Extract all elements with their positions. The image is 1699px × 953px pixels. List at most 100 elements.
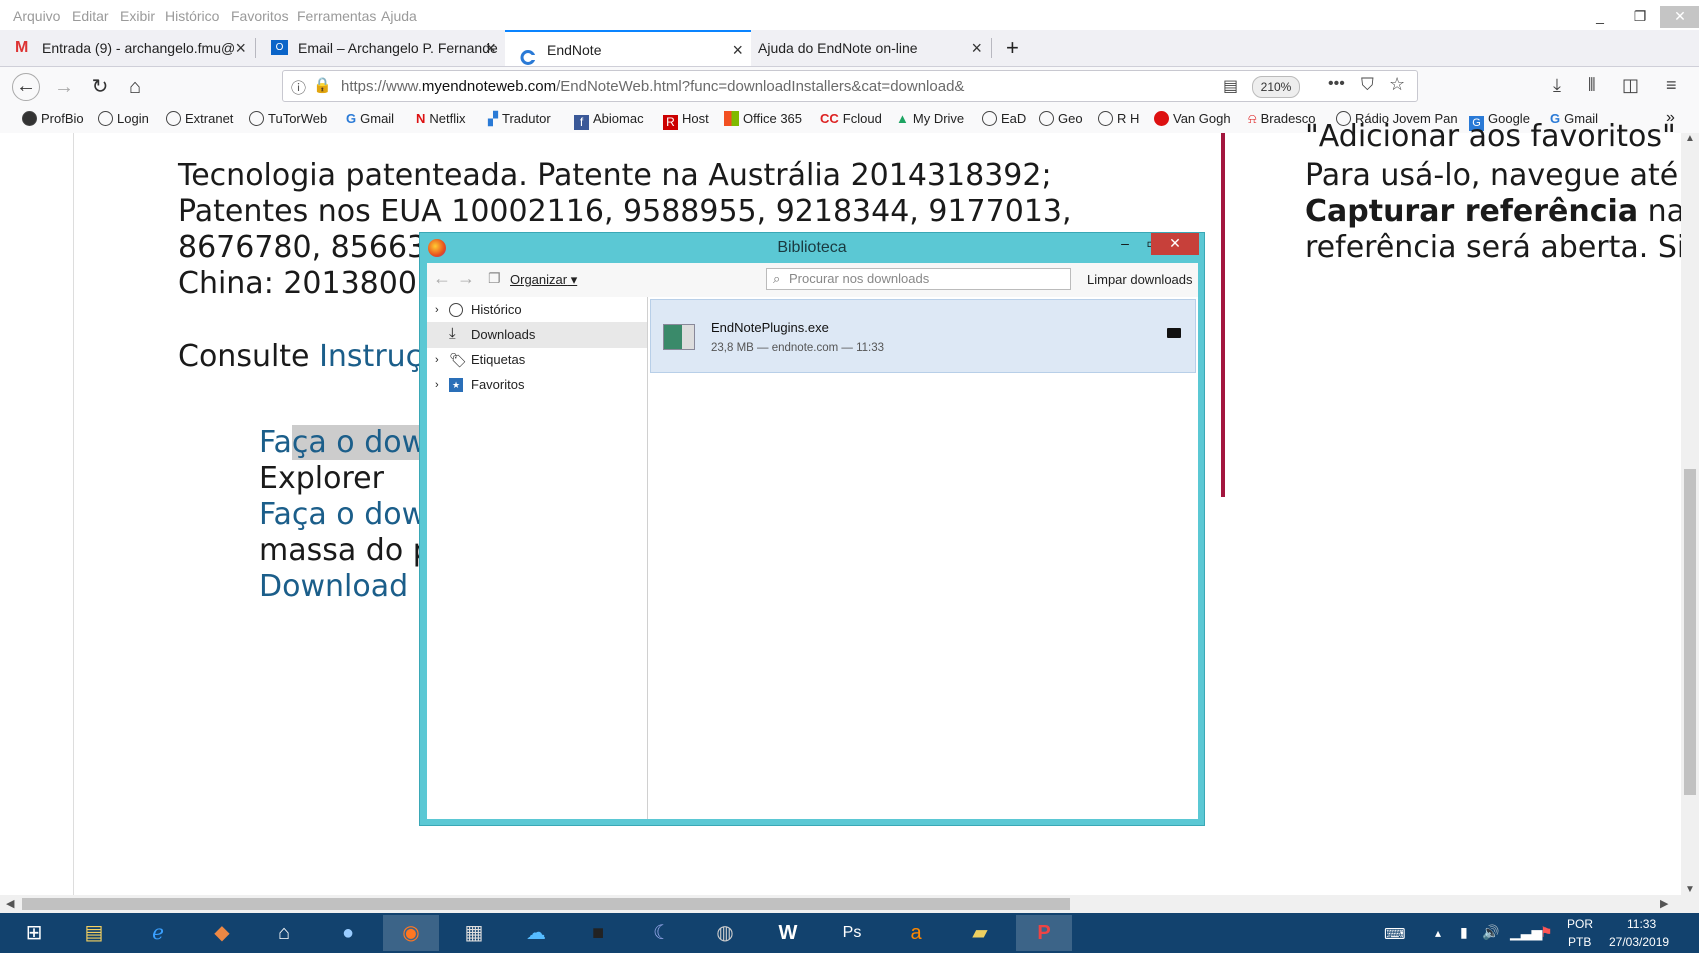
app-icon[interactable]: ■ xyxy=(570,915,626,951)
library-icon[interactable]: ⫴ xyxy=(1588,75,1596,96)
new-tab-button[interactable]: + xyxy=(998,30,1030,66)
app-icon[interactable]: ◆ xyxy=(194,915,250,951)
download-item[interactable]: EndNotePlugins.exe 23,8 MB — endnote.com… xyxy=(650,299,1196,373)
tree-item-downloads[interactable]: ⤓ Downloads xyxy=(427,322,647,348)
bookmark-profbio[interactable]: ProfBio xyxy=(22,111,84,126)
url-bar[interactable]: ⓘ 🔒 https://www.myendnoteweb.com/EndNote… xyxy=(282,70,1418,102)
forward-button[interactable]: → xyxy=(50,73,78,101)
tree-item-tags[interactable]: › 🏷 Etiquetas xyxy=(427,347,647,373)
folder-taskbar-icon[interactable]: ▰ xyxy=(952,915,1008,951)
signal-icon[interactable]: ▁▃▅ xyxy=(1510,924,1542,941)
maximize-button[interactable]: ❐ xyxy=(1620,6,1660,28)
menu-historico[interactable]: Histórico xyxy=(165,8,219,24)
menu-arquivo[interactable]: Arquivo xyxy=(13,8,60,24)
keyboard-layout-indicator[interactable]: PTB xyxy=(1568,935,1591,949)
downloads-search-input[interactable]: ⌕ Procurar nos downloads xyxy=(766,268,1071,290)
bookmark-tutorweb[interactable]: TuTorWeb xyxy=(249,111,327,126)
minimize-button[interactable]: _ xyxy=(1580,6,1620,28)
downloads-icon[interactable]: ⤓ xyxy=(1553,75,1561,96)
bookmark-fcloud[interactable]: CC Fcloud xyxy=(820,111,882,126)
menu-editar[interactable]: Editar xyxy=(72,8,109,24)
bookmark-ead[interactable]: EaD xyxy=(982,111,1026,126)
tab-gmail[interactable]: M Entrada (9) - archangelo.fmu@ × xyxy=(0,30,254,66)
firefox-taskbar-icon[interactable]: ◉ xyxy=(383,915,439,951)
horizontal-scroll-thumb[interactable] xyxy=(22,898,1070,910)
bookmark-netflix[interactable]: N Netflix xyxy=(416,111,466,126)
info-icon[interactable]: ⓘ xyxy=(291,77,306,98)
dialog-minimize-button[interactable]: – xyxy=(1111,233,1139,255)
home-app-icon[interactable]: ⌂ xyxy=(256,915,312,951)
close-window-button[interactable]: ✕ xyxy=(1660,6,1699,28)
reader-view-icon[interactable]: ▤ xyxy=(1223,76,1238,96)
action-center-icon[interactable]: ⚑ xyxy=(1540,924,1553,941)
tab-endnote[interactable]: EndNote × xyxy=(505,30,751,66)
app-icon[interactable]: ● xyxy=(320,915,376,951)
sidebar-icon[interactable]: ◫ xyxy=(1622,75,1639,96)
tray-overflow-icon[interactable]: ▴ xyxy=(1435,926,1441,940)
close-tab-icon[interactable]: × xyxy=(732,32,743,66)
bookmark-vangogh[interactable]: Van Gogh xyxy=(1154,111,1231,126)
dialog-close-button[interactable]: ✕ xyxy=(1151,233,1199,255)
forward-icon[interactable]: → xyxy=(457,268,475,289)
menu-ferramentas[interactable]: Ferramentas xyxy=(297,8,376,24)
bookmark-rh[interactable]: R H xyxy=(1098,111,1139,126)
vertical-scrollbar[interactable]: ▲ ▼ xyxy=(1681,133,1699,895)
bookmark-office365[interactable]: Office 365 xyxy=(724,111,802,126)
scroll-down-icon[interactable]: ▼ xyxy=(1685,884,1695,895)
scroll-right-icon[interactable]: ▶ xyxy=(1660,897,1668,910)
bookmark-login[interactable]: Login xyxy=(98,111,149,126)
bookmark-extranet[interactable]: Extranet xyxy=(166,111,233,126)
download-link-bulk[interactable]: Faça o dow xyxy=(259,497,426,532)
internet-explorer-icon[interactable]: ℯ xyxy=(130,915,186,951)
clear-downloads-button[interactable]: Limpar downloads xyxy=(1087,272,1193,287)
close-tab-icon[interactable]: × xyxy=(971,30,982,66)
expand-icon[interactable]: › xyxy=(435,347,439,373)
clock-time[interactable]: 11:33 xyxy=(1627,917,1656,931)
tab-help[interactable]: Ajuda do EndNote on-line × xyxy=(752,30,990,66)
back-button[interactable]: ← xyxy=(12,73,40,101)
download-link-plugin[interactable]: Download p xyxy=(259,569,437,604)
bookmark-geo[interactable]: Geo xyxy=(1039,111,1083,126)
bookmark-gmail[interactable]: G Gmail xyxy=(346,111,394,126)
windows-start-icon[interactable]: ⊞ xyxy=(6,915,62,951)
back-icon[interactable]: ← xyxy=(433,268,451,289)
more-actions-icon[interactable]: ••• xyxy=(1328,75,1345,93)
instructions-link[interactable]: Instruç xyxy=(319,339,422,374)
powerpoint-icon[interactable]: P xyxy=(1016,915,1072,951)
bookmark-host[interactable]: R Host xyxy=(663,111,709,130)
reload-button[interactable]: ↻ xyxy=(86,73,114,101)
vertical-scroll-thumb[interactable] xyxy=(1684,469,1696,795)
menu-exibir[interactable]: Exibir xyxy=(120,8,155,24)
network-icon[interactable]: ▮ xyxy=(1460,924,1468,941)
app-icon[interactable]: ☾ xyxy=(634,915,690,951)
bookmark-mydrive[interactable]: ▲ My Drive xyxy=(896,111,964,126)
scroll-left-icon[interactable]: ◀ xyxy=(6,897,14,910)
scroll-up-icon[interactable]: ▲ xyxy=(1685,133,1695,144)
bookmark-abiomac[interactable]: f Abiomac xyxy=(574,111,644,130)
close-tab-icon[interactable]: × xyxy=(485,30,496,66)
calculator-icon[interactable]: ▦ xyxy=(446,915,502,951)
tree-item-history[interactable]: › Histórico xyxy=(427,297,647,323)
hamburger-menu-icon[interactable]: ≡ xyxy=(1666,75,1677,96)
media-icon[interactable]: ◍ xyxy=(697,915,753,951)
tree-item-bookmarks[interactable]: › ★ Favoritos xyxy=(427,372,647,398)
menu-favoritos[interactable]: Favoritos xyxy=(231,8,289,24)
menu-ajuda[interactable]: Ajuda xyxy=(381,8,417,24)
onedrive-icon[interactable]: ☁ xyxy=(508,915,564,951)
expand-icon[interactable]: › xyxy=(435,372,439,398)
bookmark-tradutor[interactable]: ▞ Tradutor xyxy=(488,111,551,127)
word-icon[interactable]: W xyxy=(760,915,816,951)
language-indicator[interactable]: POR xyxy=(1567,917,1593,931)
keyboard-icon[interactable]: ⌨ xyxy=(1384,925,1406,943)
file-explorer-icon[interactable]: ▤ xyxy=(66,915,122,951)
download-link-ie[interactable]: Faça o dow xyxy=(259,425,427,460)
folder-icon[interactable] xyxy=(1167,328,1181,338)
pocket-icon[interactable]: ⛉ xyxy=(1361,75,1374,95)
volume-icon[interactable]: 🔊 xyxy=(1482,924,1499,941)
tab-email[interactable]: O Email – Archangelo P. Fernande × xyxy=(256,30,504,66)
horizontal-scrollbar[interactable]: ◀ ▶ xyxy=(0,895,1699,913)
organize-button[interactable]: Organizar ▾ xyxy=(510,272,577,288)
zoom-level-badge[interactable]: 210% xyxy=(1252,76,1300,98)
clock-date[interactable]: 27/03/2019 xyxy=(1609,935,1669,949)
avast-icon[interactable]: a xyxy=(888,915,944,951)
